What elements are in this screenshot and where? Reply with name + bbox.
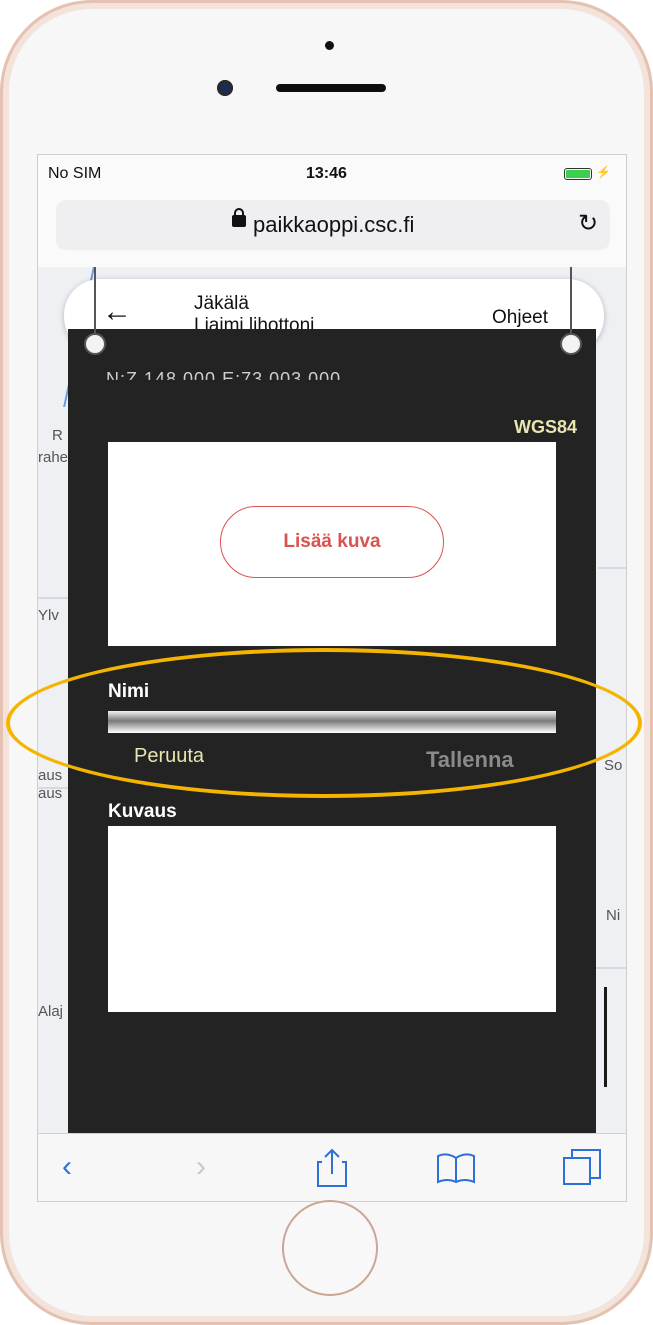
url-text: paikkaoppi.csc.fi (253, 212, 415, 237)
dialog-wire-left (94, 267, 96, 337)
carrier-label: No SIM (48, 165, 102, 182)
description-input[interactable] (108, 826, 556, 1012)
add-image-button[interactable]: Lisää kuva (220, 506, 444, 578)
bolt-icon: ⚡ (596, 165, 611, 179)
forward-icon[interactable]: › (196, 1150, 206, 1184)
share-icon[interactable] (316, 1148, 348, 1188)
dialog-hook-right (560, 333, 582, 355)
map-label: R (52, 427, 63, 444)
tabs-icon[interactable] (562, 1148, 602, 1186)
front-camera (217, 80, 233, 96)
home-button[interactable] (282, 1200, 378, 1296)
map-label: aus (38, 785, 63, 802)
back-arrow-icon[interactable]: ← (102, 295, 132, 329)
reload-icon[interactable]: ↻ (578, 209, 598, 238)
highlight-ellipse (6, 648, 642, 798)
map-label: Ni (606, 907, 621, 924)
image-area: Lisää kuva (108, 442, 556, 646)
map-label: Alaj (38, 1003, 64, 1020)
bookmarks-icon[interactable] (436, 1152, 476, 1184)
lock-icon (232, 208, 246, 227)
address-bar[interactable]: paikkaoppi.csc.fi ↻ (56, 200, 610, 250)
help-link[interactable]: Ohjeet (492, 307, 548, 329)
back-icon[interactable]: ‹ (62, 1150, 72, 1184)
browser-toolbar: ‹ › (38, 1133, 626, 1201)
datum-label: WGS84 (514, 417, 578, 437)
coordinates-text: N:Z 148,000 E:73 003,000 (106, 369, 342, 389)
description-label: Kuvaus (108, 801, 177, 822)
dialog-wire-right (570, 267, 572, 337)
earpiece-speaker (276, 84, 386, 92)
status-time: 13:46 (306, 165, 347, 182)
status-bar: No SIM 13:46 ⚡ (38, 155, 626, 191)
battery-icon (564, 168, 592, 180)
app-title-line1: Jäkälä (194, 293, 249, 314)
map-label: So (604, 757, 623, 774)
proximity-sensor (325, 41, 334, 50)
dialog-hook-left (84, 333, 106, 355)
map-label: rahe (38, 449, 69, 466)
map-label: aus (38, 767, 63, 784)
map-label: Ylv (38, 607, 59, 624)
